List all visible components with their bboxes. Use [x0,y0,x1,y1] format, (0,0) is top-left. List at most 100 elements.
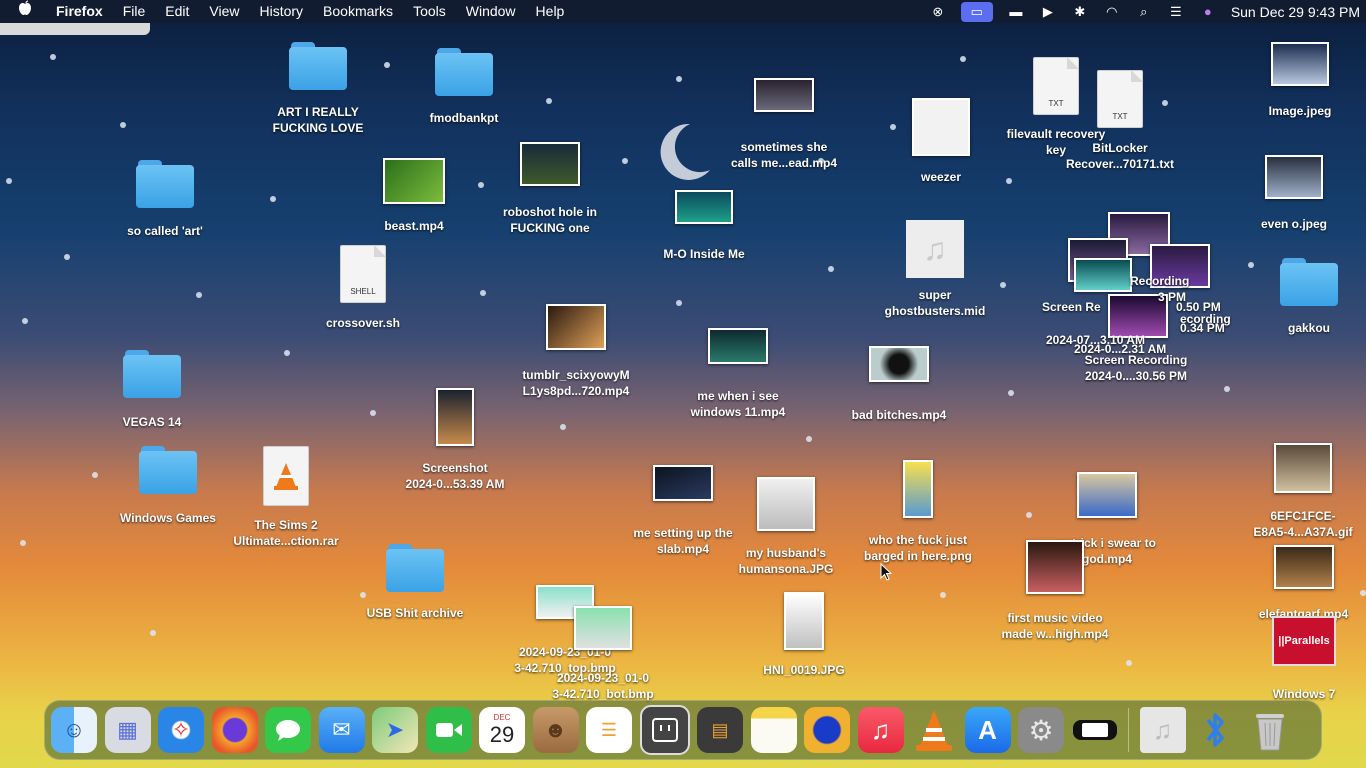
star [384,62,390,68]
desktop-icon-folder[interactable]: fmodbankpt [414,48,514,126]
apple-menu-icon[interactable] [0,0,46,23]
desktop-icon-image[interactable]: Image.jpeg [1250,42,1350,119]
firefox-icon[interactable] [211,707,258,753]
desktop-icon-image[interactable]: even o.jpeg [1244,155,1344,232]
desktop-icon-image[interactable]: 2024-09-23_01-0 3-42.710_bot.bmp [538,606,668,702]
finder-icon[interactable]: ☺ [51,707,97,753]
menu-bookmarks[interactable]: Bookmarks [313,0,403,23]
switch-icon[interactable] [1072,707,1118,753]
menu-window[interactable]: Window [456,0,526,23]
contacts-icon[interactable]: ☻ [532,707,579,753]
desktop-icon-folder[interactable]: VEGAS 14 [102,350,202,430]
image-thumbnail [784,592,824,650]
wifi-icon[interactable]: ◠ [1103,4,1121,20]
control-center-icon[interactable]: ☰ [1167,4,1185,20]
calendar-day: 29 [489,722,515,747]
desktop-icon-image[interactable]: HNI_0019.JPG [754,592,854,678]
mail-icon[interactable]: ✉ [318,707,365,753]
desktop-icon-image[interactable]: who the fuck just barged in here.png [853,460,983,564]
folder-icon [1280,258,1338,306]
desktop-icon-shell[interactable]: SHELL crossover.sh [313,245,413,331]
music-icon[interactable]: ♫ [857,707,904,753]
desktop-icon-image[interactable]: weezer [891,98,991,185]
messages-icon[interactable] [265,707,311,753]
image-thumbnail [574,606,632,650]
desktop-icon-label: gakkou [1287,321,1330,335]
menu-tools[interactable]: Tools [403,0,456,23]
desktop-icon-folder[interactable]: so called 'art' [115,160,215,239]
reminders-icon[interactable]: ☰ [586,707,632,753]
text-file-icon: TXT [1097,70,1143,128]
desktop-icon-label: fmodbankpt [429,111,499,125]
desktop-icon-image[interactable]: my husband's humansona.JPG [726,477,846,577]
music-file-stack-icon[interactable]: ♫ [1139,707,1186,753]
video-thumbnail [708,328,768,364]
star [50,54,56,60]
notes-icon[interactable] [750,707,797,753]
desktop-icon-video[interactable]: sometimes she calls me...ead.mp4 [724,78,844,171]
desktop-icon-folder[interactable]: ART I REALLY FUCKING LOVE [268,42,368,136]
trash-icon[interactable] [1247,707,1293,753]
star [120,122,126,128]
desktop-icon-image[interactable]: M-O Inside Me [654,190,754,262]
screen-mirroring-icon[interactable]: ▭ [960,1,993,22]
desktop-icon-video[interactable]: bad bitches.mp4 [839,346,959,423]
play-icon[interactable]: ▶ [1039,4,1057,20]
menu-file[interactable]: File [113,0,156,23]
moon-icon [660,123,710,180]
facetime-icon[interactable] [425,707,472,753]
app-menu-firefox[interactable]: Firefox [46,0,113,23]
system-settings-icon[interactable]: ⚙ [1018,707,1064,753]
star [560,424,566,430]
desktop-icon-label: 6EFC1FCE- E8A5-4...A37A.gif [1253,509,1353,539]
desktop-icon-video[interactable]: roboshot hole in FUCKING one [490,142,610,236]
desktop-icon-label: ART I REALLY FUCKING LOVE [272,105,364,135]
desktop-icon-video[interactable]: tumblr_scixyowyM L1ys8pd...720.mp4 [511,304,641,399]
desktop-icon-label: sometimes she calls me...ead.mp4 [730,140,838,170]
audacity-icon[interactable] [804,707,850,753]
menu-edit[interactable]: Edit [155,0,199,23]
desktop-icon-image[interactable]: 6EFC1FCE- E8A5-4...A37A.gif [1239,443,1366,540]
desktop-icon-folder[interactable]: gakkou [1259,258,1359,336]
desktop-icon-folder[interactable]: USB Shit archive [355,544,475,621]
battery-icon[interactable]: ▬ [1007,4,1025,20]
star [960,56,966,62]
menu-bar-clock[interactable]: Sun Dec 29 9:43 PM [1231,4,1360,20]
mouse-cursor-icon [880,563,892,581]
folder-icon [139,446,197,494]
app-store-icon[interactable]: A [964,707,1011,753]
menu-view[interactable]: View [199,0,249,23]
search-icon[interactable]: ⌕ [1135,4,1153,20]
image-thumbnail [1274,443,1332,493]
siri-icon[interactable]: ● [1199,4,1217,20]
bluetooth-file-exchange-icon[interactable] [1193,707,1239,753]
image-thumbnail [1265,155,1323,199]
star [478,182,484,188]
calculator-icon[interactable]: ▤ [697,707,743,753]
crossover-icon[interactable] [639,705,690,755]
desktop-icon-rar[interactable]: The Sims 2 Ultimate...ction.rar [226,446,346,549]
desktop-icon-txt[interactable]: TXT BitLocker Recover...70171.txt [1060,70,1180,172]
desktop-icon-parallels[interactable]: ||Parallels Windows 7 [1256,616,1352,702]
safari-icon[interactable]: ✧ [158,707,204,753]
desktop-icon-label: tumblr_scixyowyM L1ys8pd...720.mp4 [522,368,630,398]
binoculars-icon[interactable]: ⊗ [929,4,947,20]
launchpad-icon[interactable]: ▦ [104,707,151,753]
menu-history[interactable]: History [249,0,313,23]
desktop-icon-label: The Sims 2 Ultimate...ction.rar [233,518,339,548]
vlc-icon[interactable] [911,707,957,753]
desktop-icon-video[interactable]: first music video made w...high.mp4 [990,540,1120,642]
desktop-icon-video[interactable]: beast.mp4 [364,158,464,234]
desktop-icon-video[interactable]: me when i see windows 11.mp4 [673,328,803,420]
desktop-icon-label: Windows Games [120,511,216,525]
bluetooth-icon[interactable]: ✱ [1071,4,1089,20]
star [1006,178,1012,184]
desktop-icon-folder[interactable]: Windows Games [108,446,228,526]
desktop-icon-music[interactable]: ♫ super ghostbusters.mid [870,220,1000,319]
desktop-icon-image[interactable]: Screenshot 2024-0...53.39 AM [395,388,515,492]
desktop-icon-video[interactable]: elefantgarf.mp4 [1241,545,1366,622]
star [6,178,12,184]
maps-icon[interactable]: ➤ [372,707,418,753]
menu-help[interactable]: Help [526,0,575,23]
calendar-icon[interactable]: DEC 29 [479,707,525,753]
